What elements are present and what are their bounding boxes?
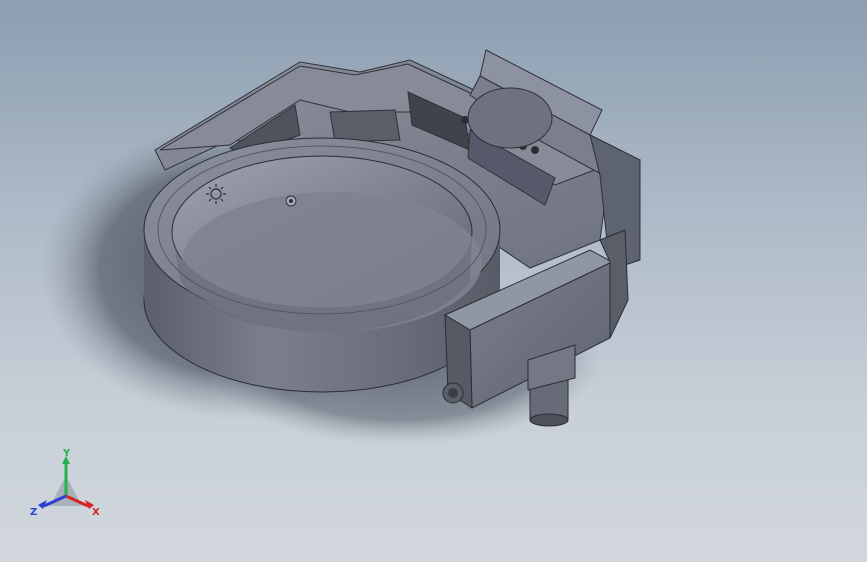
- 3d-model-view[interactable]: [0, 0, 867, 562]
- y-axis-label: Y: [62, 448, 71, 459]
- coordinate-triad: Y X Z: [30, 448, 100, 518]
- z-axis-label: Z: [30, 507, 37, 518]
- graphics-viewport[interactable]: Y X Z: [0, 0, 867, 562]
- x-axis-label: X: [92, 507, 100, 518]
